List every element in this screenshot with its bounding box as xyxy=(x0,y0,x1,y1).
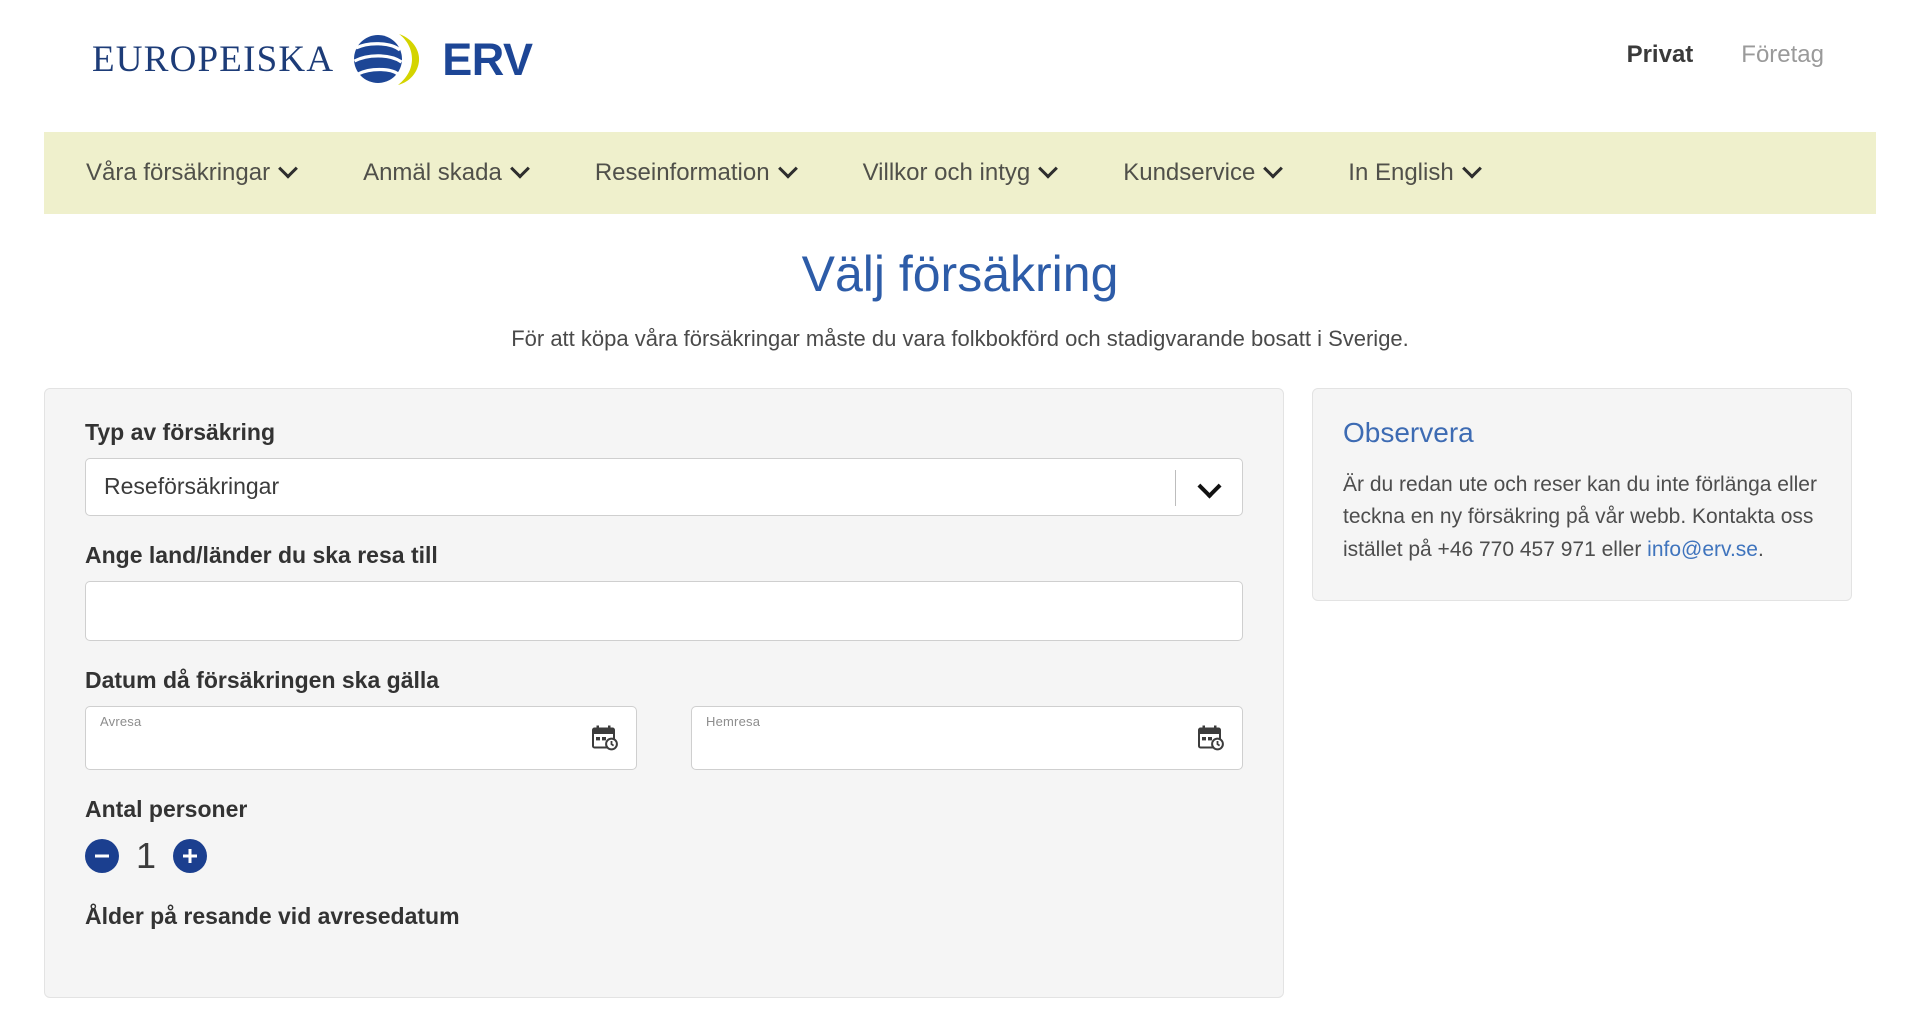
insurance-type-select[interactable]: Reseförsäkringar xyxy=(85,457,1243,516)
observera-body: Är du redan ute och reser kan du inte fö… xyxy=(1343,469,1821,567)
dates-label: Datum då försäkringen ska gälla xyxy=(85,666,440,693)
observera-email-link[interactable]: info@erv.se xyxy=(1647,538,1758,561)
field-country: Ange land/länder du ska resa till xyxy=(85,542,1243,641)
top-utility-nav: Privat Företag xyxy=(1627,43,1824,67)
field-dates: Datum då försäkringen ska gälla Avresa H… xyxy=(85,667,1243,770)
nav-item-label: Villkor och intyg xyxy=(862,159,1031,186)
select-divider xyxy=(1175,469,1176,506)
nav-item-anmal-skada[interactable]: Anmäl skada xyxy=(363,158,530,187)
brand-erv-text: ERV xyxy=(442,33,533,85)
nav-item-in-english[interactable]: In English xyxy=(1348,158,1482,187)
field-ages: Ålder på resande vid avresedatum xyxy=(85,903,1243,930)
nav-item-label: Reseinformation xyxy=(594,159,770,186)
field-insurance-type: Typ av försäkring Reseförsäkringar xyxy=(85,419,1243,516)
nav-item-villkor-och-intyg[interactable]: Villkor och intyg xyxy=(862,158,1059,187)
nav-item-kundservice[interactable]: Kundservice xyxy=(1123,158,1284,187)
chevron-down-icon xyxy=(777,158,798,179)
nav-item-label: In English xyxy=(1348,159,1454,186)
brand-wordmark: EUROPEISKA xyxy=(92,38,335,80)
insurance-type-label: Typ av försäkring xyxy=(85,418,276,445)
nav-item-label: Våra försäkringar xyxy=(86,159,271,186)
erv-globe-logo-icon xyxy=(352,30,424,88)
chevron-down-icon[interactable] xyxy=(1197,473,1222,499)
return-date-field[interactable]: Hemresa xyxy=(691,705,1243,770)
minus-circle-icon[interactable] xyxy=(85,838,119,873)
departure-date-field[interactable]: Avresa xyxy=(85,705,637,770)
persons-stepper: 1 xyxy=(85,835,1243,877)
calendar-icon[interactable] xyxy=(592,725,618,751)
persons-count-value: 1 xyxy=(135,834,157,876)
chevron-down-icon xyxy=(278,158,298,179)
page-title: Välj försäkring xyxy=(801,246,1119,302)
return-date-input[interactable] xyxy=(692,724,1182,767)
plus-circle-icon[interactable] xyxy=(173,838,207,873)
date-row: Avresa Hemresa xyxy=(85,705,1243,770)
field-persons: Antal personer 1 xyxy=(85,796,1243,877)
calendar-icon[interactable] xyxy=(1198,725,1224,751)
insurance-form-card: Typ av försäkring Reseförsäkringar Ange … xyxy=(44,387,1284,998)
chevron-down-icon xyxy=(509,158,530,179)
chevron-down-icon xyxy=(1038,158,1059,179)
main-navigation-bar: Våra försäkringar Anmäl skada Reseinform… xyxy=(44,132,1876,214)
nav-item-label: Kundservice xyxy=(1123,159,1256,186)
country-label: Ange land/länder du ska resa till xyxy=(85,541,438,568)
page-subtitle: För att köpa våra försäkringar måste du … xyxy=(511,325,1409,351)
insurance-type-selected-value: Reseförsäkringar xyxy=(104,473,280,499)
observera-body-suffix: . xyxy=(1757,537,1764,561)
top-nav-item-privat[interactable]: Privat xyxy=(1627,43,1694,67)
observera-notice-card: Observera Är du redan ute och reser kan … xyxy=(1312,387,1852,602)
site-header: EUROPEISKA ERV Privat Företag xyxy=(0,0,1920,132)
chevron-down-icon xyxy=(1263,158,1284,179)
persons-label: Antal personer xyxy=(85,795,248,822)
observera-title: Observera xyxy=(1343,416,1474,448)
nav-item-reseinformation[interactable]: Reseinformation xyxy=(594,158,798,187)
departure-date-input[interactable] xyxy=(86,724,576,767)
page-heading-block: Välj försäkring För att köpa våra försäk… xyxy=(0,214,1920,352)
content-area: Typ av försäkring Reseförsäkringar Ange … xyxy=(0,352,1920,998)
chevron-down-icon xyxy=(1461,158,1482,179)
country-input[interactable] xyxy=(85,580,1243,641)
brand-logo-group[interactable]: EUROPEISKA ERV xyxy=(92,30,533,88)
nav-item-label: Anmäl skada xyxy=(363,159,502,186)
ages-label: Ålder på resande vid avresedatum xyxy=(85,902,460,929)
top-nav-item-foretag[interactable]: Företag xyxy=(1741,43,1824,67)
nav-item-vara-forsakringar[interactable]: Våra försäkringar xyxy=(86,158,298,187)
